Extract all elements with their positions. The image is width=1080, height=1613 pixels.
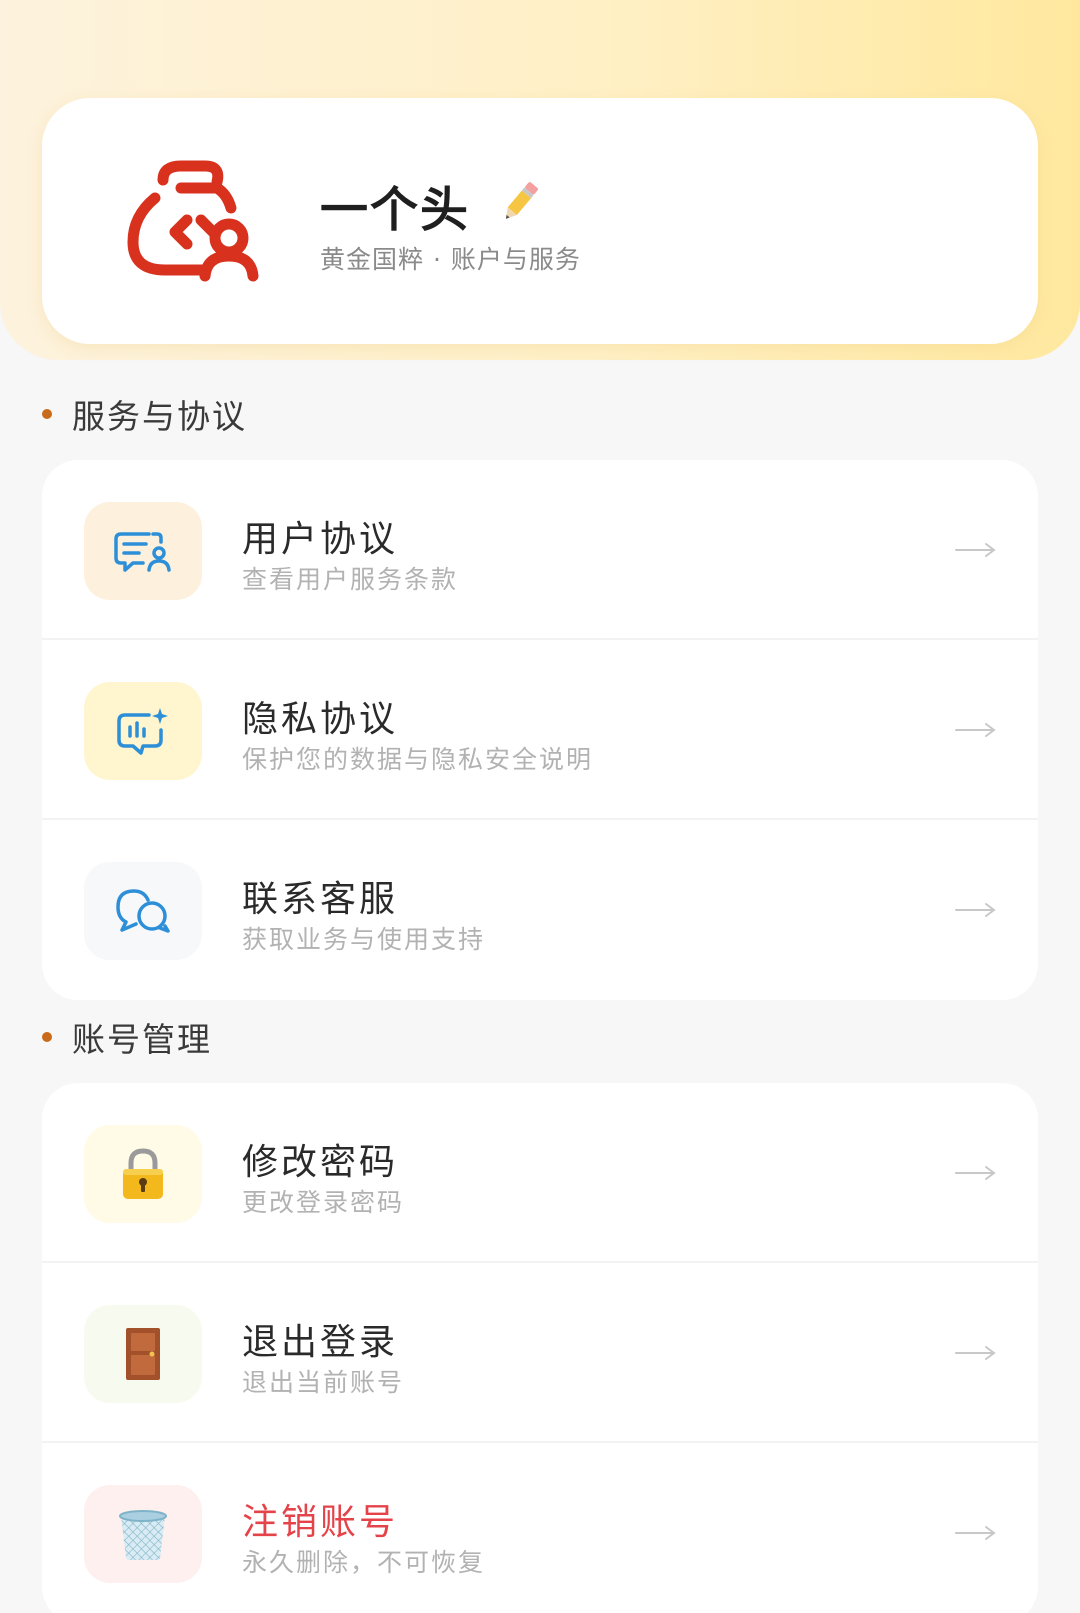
privacy-agreement-row[interactable]: 隐私协议 保护您的数据与隐私安全说明 xyxy=(42,640,1038,820)
row-title: 退出登录 xyxy=(242,1322,399,1363)
row-title: 用户协议 xyxy=(242,519,399,560)
privacy-chat-chart-icon xyxy=(117,708,168,755)
chat-bubbles-icon xyxy=(116,889,170,933)
row-icon-bg xyxy=(84,502,202,600)
logout-row[interactable]: 退出登录 退出当前账号 xyxy=(42,1263,1038,1443)
customer-service-row[interactable]: 联系客服 获取业务与使用支持 xyxy=(42,820,1038,1000)
profile-subtitle: 黄金国粹 · 账户与服务 xyxy=(320,245,581,274)
services-group: 用户协议 查看用户服务条款 隐私协议 保护您的数据与隐私安全说明 联系客服 获取… xyxy=(42,460,1038,1000)
account-settings-page: 一个头 黄金国粹 · 账户与服务 服务与协议 用户协议 查看用户服务条款 隐私协… xyxy=(0,0,1080,1613)
change-password-row[interactable]: 修改密码 更改登录密码 xyxy=(42,1083,1038,1263)
nickname[interactable]: 一个头 xyxy=(320,170,470,240)
bullet-dot xyxy=(42,1032,52,1042)
row-icon-bg xyxy=(84,682,202,780)
row-description: 查看用户服务条款 xyxy=(242,565,459,594)
section-title-services: 服务与协议 xyxy=(42,390,247,438)
row-description: 保护您的数据与隐私安全说明 xyxy=(242,745,594,774)
row-title: 修改密码 xyxy=(242,1142,399,1183)
section-title-account: 账号管理 xyxy=(42,1013,212,1061)
arrow-right-icon xyxy=(955,1346,996,1360)
money-bag-user-icon xyxy=(127,160,259,282)
delete-account-row[interactable]: 注销账号 永久删除，不可恢复 xyxy=(42,1443,1038,1613)
arrow-right-icon xyxy=(955,723,996,737)
row-title: 注销账号 xyxy=(242,1502,399,1543)
user-agreement-row[interactable]: 用户协议 查看用户服务条款 xyxy=(42,460,1038,640)
section-title-text: 服务与协议 xyxy=(72,397,247,436)
row-icon-bg xyxy=(84,1125,202,1223)
pencil-icon[interactable] xyxy=(496,178,544,226)
agreement-user-icon xyxy=(114,532,171,572)
row-description: 更改登录密码 xyxy=(242,1188,405,1217)
bullet-dot xyxy=(42,409,52,419)
trash-can-icon xyxy=(119,1510,167,1560)
arrow-right-icon xyxy=(955,1166,996,1180)
door-icon xyxy=(126,1328,160,1380)
row-icon-bg xyxy=(84,1305,202,1403)
row-icon-bg xyxy=(84,862,202,960)
row-title: 隐私协议 xyxy=(242,699,399,740)
row-title: 联系客服 xyxy=(242,879,399,920)
row-description: 退出当前账号 xyxy=(242,1368,405,1397)
section-title-text: 账号管理 xyxy=(72,1020,212,1059)
arrow-right-icon xyxy=(955,543,996,557)
row-description: 获取业务与使用支持 xyxy=(242,925,486,954)
padlock-icon xyxy=(123,1148,163,1199)
arrow-right-icon xyxy=(955,903,996,917)
row-icon-bg xyxy=(84,1485,202,1583)
arrow-right-icon xyxy=(955,1526,996,1540)
account-group: 修改密码 更改登录密码 退出登录 退出当前账号 注销账号 永久删除，不可恢复 xyxy=(42,1083,1038,1613)
row-description: 永久删除，不可恢复 xyxy=(242,1548,486,1577)
